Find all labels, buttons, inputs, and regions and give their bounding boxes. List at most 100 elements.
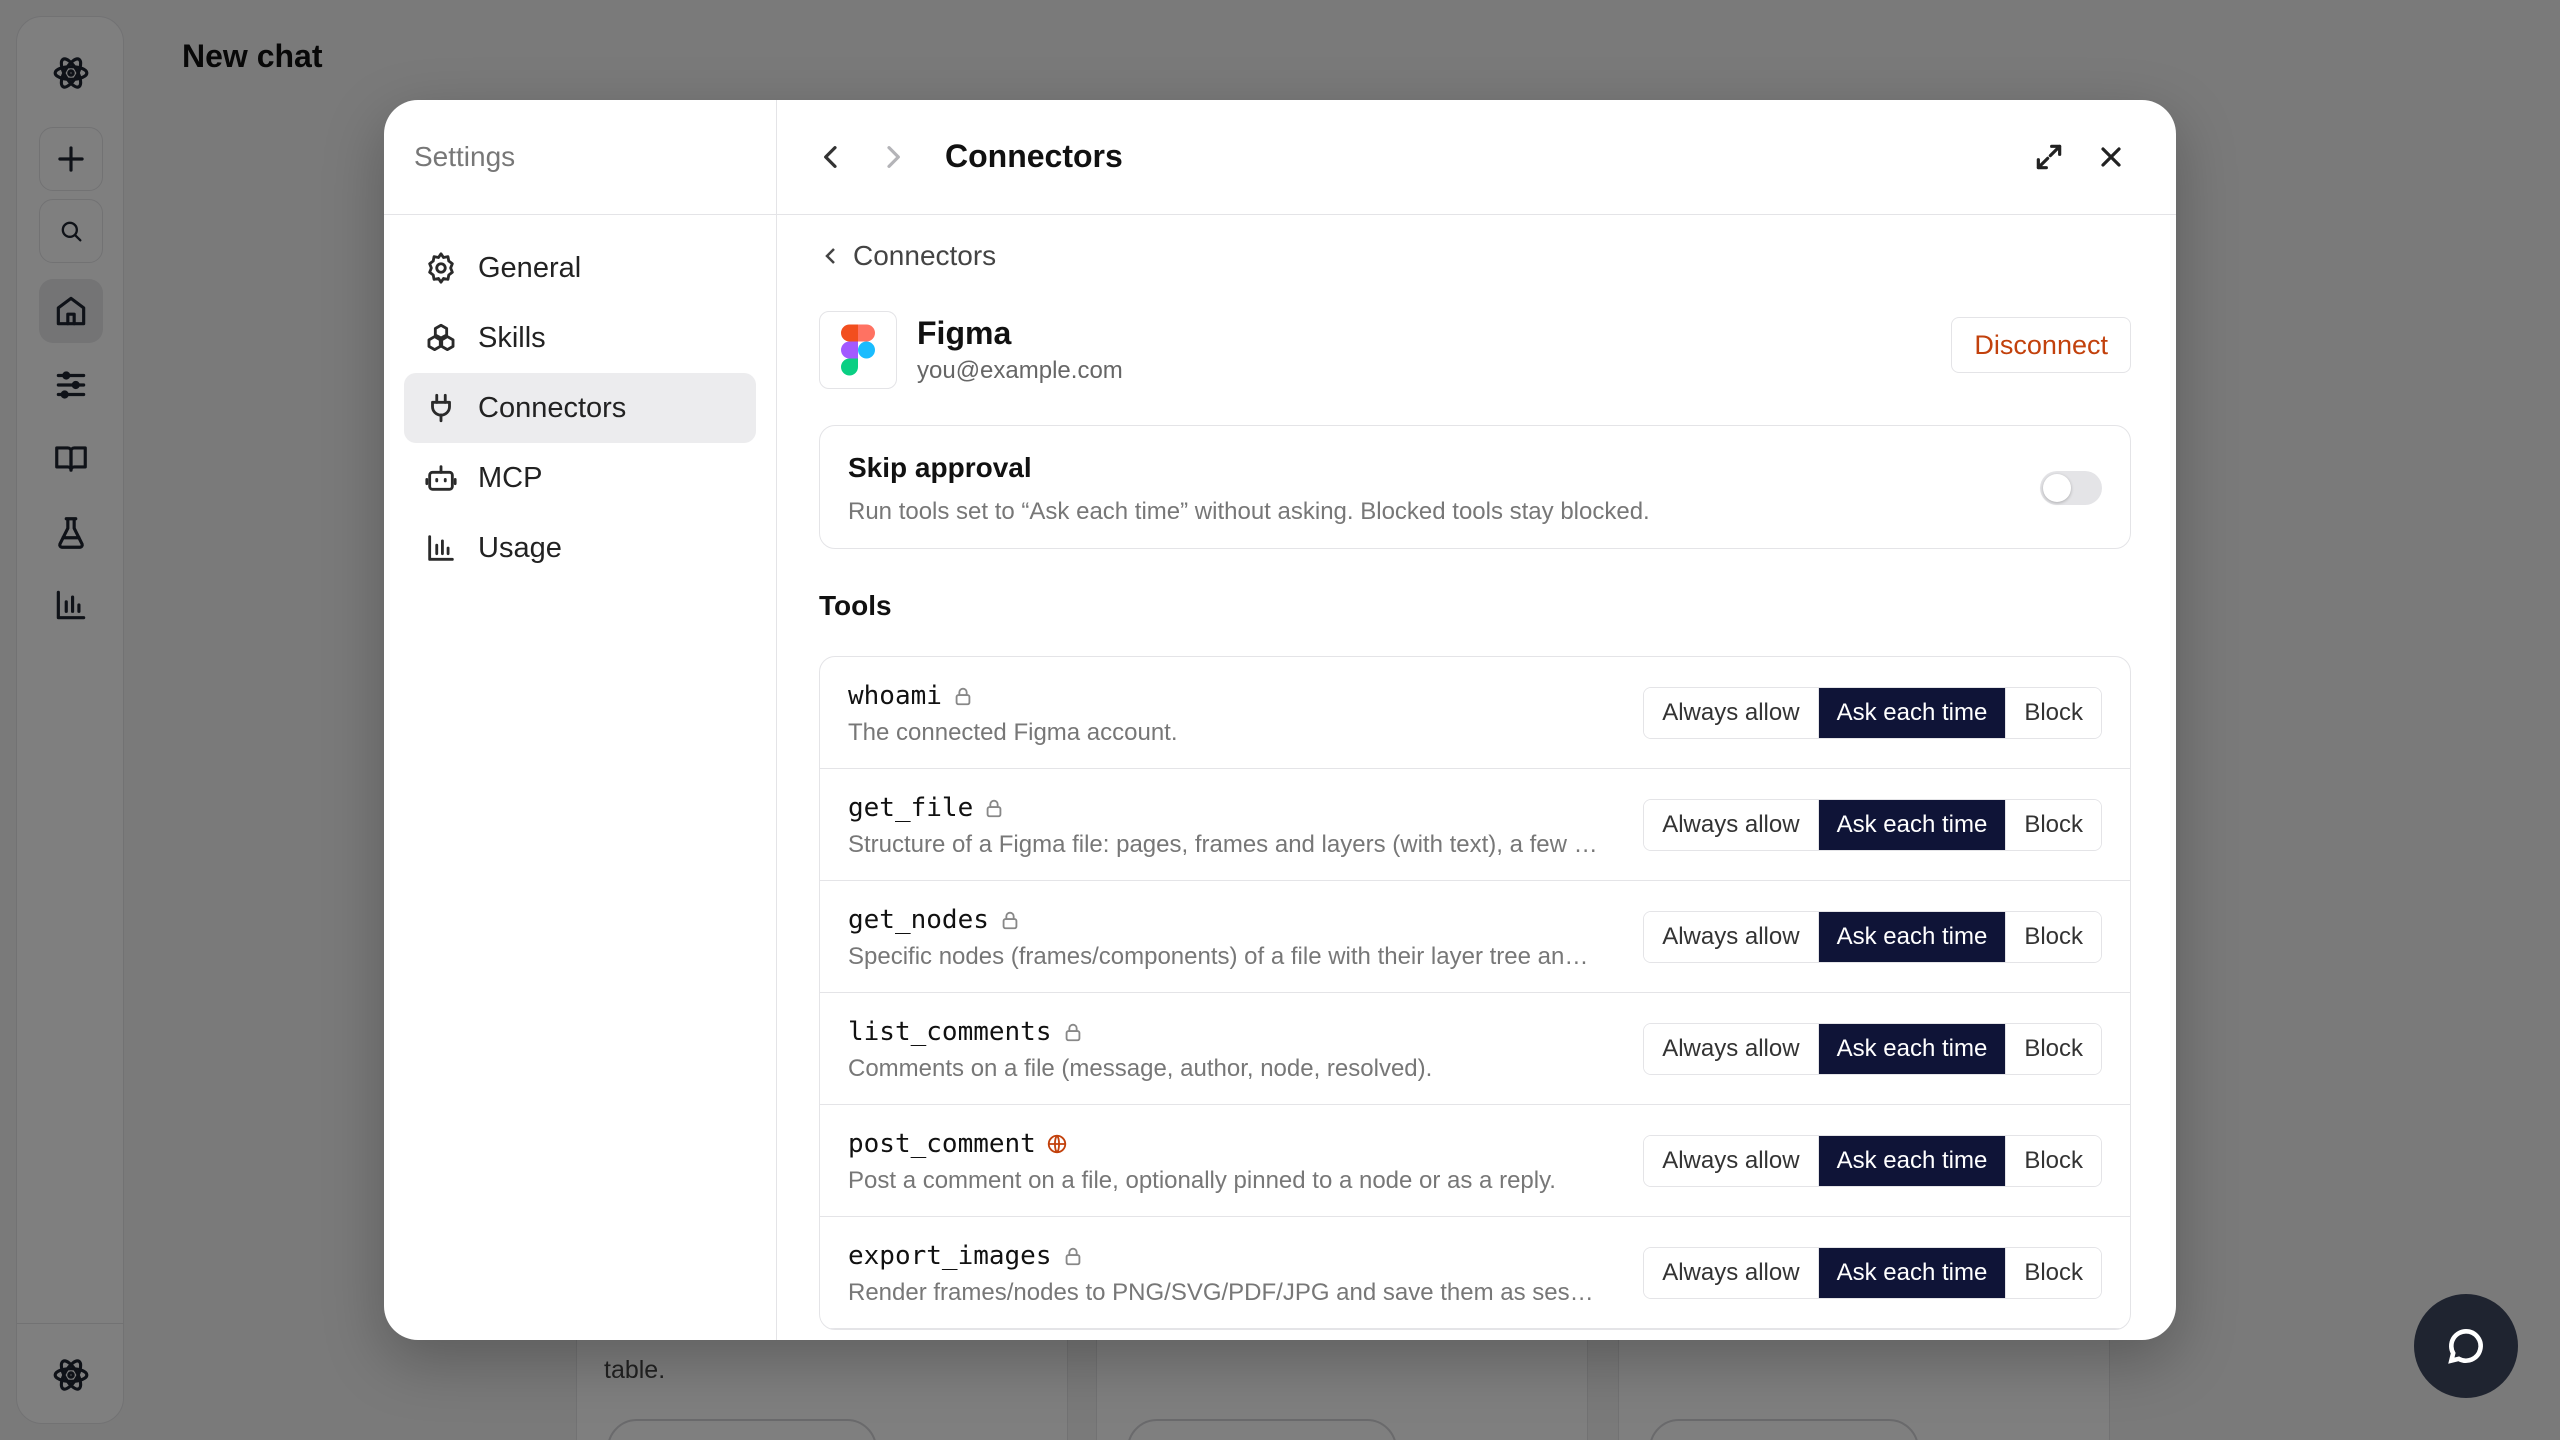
permission-ask-each-time-button[interactable]: Ask each time [1817,912,2006,962]
permission-ask-each-time-button[interactable]: Ask each time [1817,1136,2006,1186]
tool-name: get_file [848,793,1005,823]
tools-heading: Tools [819,590,892,621]
skills-icon [427,323,455,352]
lock-icon [1052,1021,1084,1043]
nav-item-usage[interactable]: Usage [404,513,756,583]
permission-always-allow-button[interactable]: Always allow [1644,688,1818,738]
permission-selector: Always allow Ask each time Block [1643,687,2102,739]
permission-always-allow-button[interactable]: Always allow [1644,912,1818,962]
nav-item-label: MCP [478,461,543,494]
permission-block-button[interactable]: Block [2005,912,2101,962]
settings-sidebar: Settings General Skills Connectors MCP U… [384,100,777,1340]
nav-item-label: Skills [478,321,546,354]
tool-description: Render frames/nodes to PNG/SVG/PDF/JPG a… [848,1279,1594,1306]
skip-approval-title: Skip approval [848,452,1032,483]
permission-block-button[interactable]: Block [2005,800,2101,850]
nav-item-label: General [478,251,582,284]
tool-row-list-comments: list_comments Comments on a file (message… [820,993,2130,1105]
permission-always-allow-button[interactable]: Always allow [1644,1136,1818,1186]
skip-approval-toggle[interactable] [2040,471,2102,505]
tool-row-export-images: export_images Render frames/nodes to PNG/… [820,1217,2130,1329]
permission-always-allow-button[interactable]: Always allow [1644,1248,1818,1298]
tool-name-label: export_images [848,1241,1052,1271]
tool-description: Post a comment on a file, optionally pin… [848,1167,1556,1194]
settings-content: Connectors Connectors Figma you@example.… [777,100,2176,1340]
forward-button[interactable] [871,135,915,179]
nav-item-label: Connectors [478,391,627,424]
nav-item-skills[interactable]: Skills [404,303,756,373]
chevron-right-icon [887,146,900,168]
tool-name-label: get_nodes [848,905,989,935]
tool-name-label: whoami [848,681,942,711]
nav-item-general[interactable]: General [404,233,756,303]
back-button[interactable] [809,135,853,179]
tool-name-label: get_file [848,793,974,823]
settings-modal: Settings General Skills Connectors MCP U… [384,100,2176,1340]
tool-name-label: list_comments [848,1017,1052,1047]
permission-ask-each-time-button[interactable]: Ask each time [1817,688,2006,738]
toggle-knob [2043,474,2071,502]
tool-name: get_nodes [848,905,1021,935]
permission-always-allow-button[interactable]: Always allow [1644,1024,1818,1074]
connector-header: Figma you@example.com Disconnect [819,311,2131,391]
chevron-left-icon [824,146,837,168]
tool-name-label: post_comment [848,1129,1036,1159]
breadcrumb-back[interactable]: Connectors [819,240,996,272]
permission-ask-each-time-button[interactable]: Ask each time [1817,1024,2006,1074]
permission-selector: Always allow Ask each time Block [1643,1247,2102,1299]
tools-list: whoami The connected Figma account. Always… [819,656,2131,1330]
tool-name: post_comment [848,1129,1068,1159]
tool-name: list_comments [848,1017,1084,1047]
tool-row-get-file: get_file Structure of a Figma file: pages… [820,769,2130,881]
nav-item-connectors[interactable]: Connectors [404,373,756,443]
tool-name: whoami [848,681,974,711]
bar-chart-icon [428,535,454,561]
tool-row-get-nodes: get_nodes Specific nodes (frames/componen… [820,881,2130,993]
plug-icon [431,393,451,423]
tool-description: Comments on a file (message, author, nod… [848,1055,1433,1082]
figma-logo-icon [819,311,897,389]
permission-selector: Always allow Ask each time Block [1643,1135,2102,1187]
disconnect-button[interactable]: Disconnect [1951,317,2131,373]
permission-block-button[interactable]: Block [2005,1136,2101,1186]
chat-fab[interactable] [2414,1294,2560,1398]
robot-icon [425,465,457,491]
close-icon [2101,147,2121,167]
settings-title: Settings [384,100,776,215]
tool-description: Structure of a Figma file: pages, frames… [848,831,1598,858]
gear-icon [428,252,454,284]
connector-detail: Connectors Figma you@example.com Disconn… [819,215,2131,1340]
lock-icon [973,797,1005,819]
connector-account: you@example.com [917,357,1123,384]
permission-selector: Always allow Ask each time Block [1643,911,2102,963]
nav-item-label: Usage [478,531,562,564]
settings-nav: General Skills Connectors MCP Usage [384,215,776,601]
nav-item-mcp[interactable]: MCP [404,443,756,513]
close-button[interactable] [2089,135,2133,179]
breadcrumb-label: Connectors [853,240,997,271]
permission-block-button[interactable]: Block [2005,1248,2101,1298]
content-header: Connectors [777,100,2176,215]
tool-description: Specific nodes (frames/components) of a … [848,943,1589,970]
permission-selector: Always allow Ask each time Block [1643,799,2102,851]
expand-icon [2036,144,2062,170]
permission-block-button[interactable]: Block [2005,688,2101,738]
permission-selector: Always allow Ask each time Block [1643,1023,2102,1075]
chevron-left-icon [825,248,835,264]
lock-icon [989,909,1021,931]
tool-row-post-comment: post_comment Post a comment on a file, op… [820,1105,2130,1217]
permission-always-allow-button[interactable]: Always allow [1644,800,1818,850]
connector-name: Figma [917,315,1012,351]
skip-approval-description: Run tools set to “Ask each time” without… [848,498,1650,525]
content-title: Connectors [945,138,1123,174]
permission-ask-each-time-button[interactable]: Ask each time [1817,800,2006,850]
expand-button[interactable] [2027,135,2071,179]
permission-block-button[interactable]: Block [2005,1024,2101,1074]
skip-approval-card: Skip approval Run tools set to “Ask each… [819,425,2131,549]
chat-bubble-icon [2448,1329,2483,1364]
tool-name: export_images [848,1241,1084,1271]
permission-ask-each-time-button[interactable]: Ask each time [1817,1248,2006,1298]
globe-icon [1036,1133,1068,1155]
lock-icon [942,685,974,707]
tool-description: The connected Figma account. [848,719,1178,746]
